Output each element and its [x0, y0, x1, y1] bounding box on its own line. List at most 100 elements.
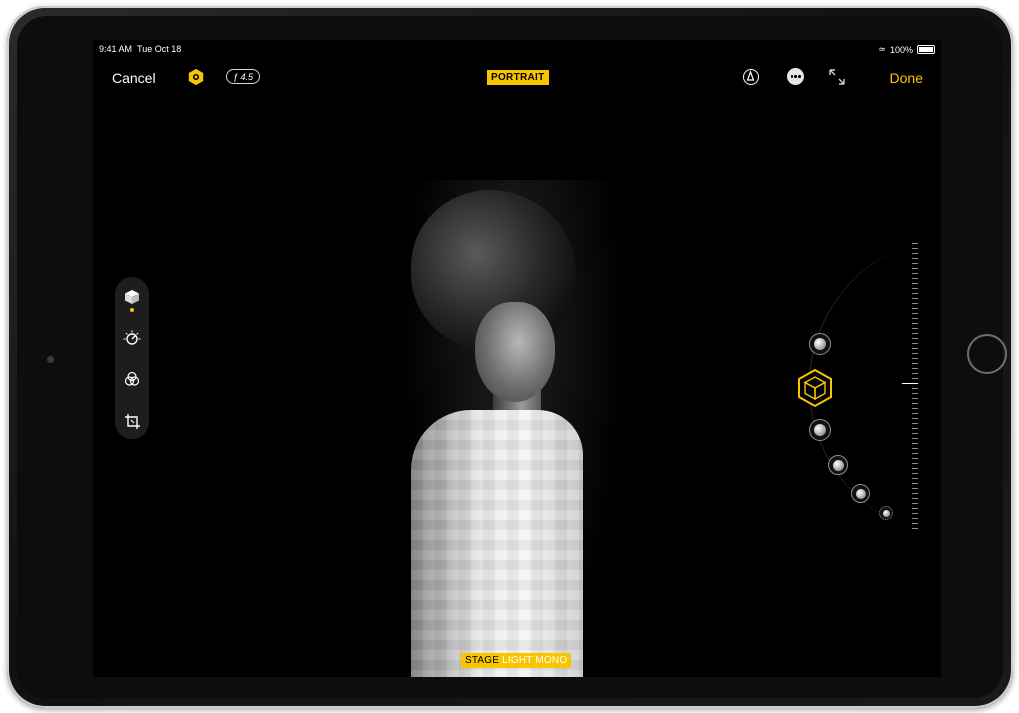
tool-portrait-lighting[interactable]: [122, 287, 142, 307]
status-date: Tue Oct 18: [137, 44, 182, 54]
intensity-slider[interactable]: [902, 243, 920, 533]
slider-tick: [912, 508, 918, 509]
slider-tick: [912, 503, 918, 504]
natural-light-icon: [814, 338, 826, 350]
crop-icon: [124, 413, 140, 429]
front-camera: [47, 356, 54, 363]
depth-aperture-button[interactable]: ƒ 4.5: [226, 69, 261, 84]
slider-tick: [912, 388, 918, 389]
slider-tick: [912, 498, 918, 499]
slider-tick: [912, 338, 918, 339]
slider-tick: [912, 443, 918, 444]
tool-filters[interactable]: [122, 369, 142, 389]
slider-tick: [912, 288, 918, 289]
slider-tick: [912, 513, 918, 514]
lighting-option-contour[interactable]: [809, 419, 831, 441]
slider-tick: [912, 433, 918, 434]
slider-tick: [912, 363, 918, 364]
slider-tick: [912, 253, 918, 254]
slider-tick: [912, 403, 918, 404]
slider-tick: [912, 278, 918, 279]
contour-light-icon: [814, 424, 826, 436]
home-button[interactable]: [967, 334, 1007, 374]
adjust-dial-icon: [123, 330, 141, 345]
slider-tick: [912, 463, 918, 464]
lighting-option-studio[interactable]: [851, 484, 870, 503]
slider-tick: [912, 368, 918, 369]
lighting-option-high-key[interactable]: [879, 506, 893, 520]
slider-tick: [902, 383, 918, 384]
lighting-effect-label: STAGE LIGHT MONO: [461, 653, 572, 668]
portrait-lighting-hex-icon[interactable]: [187, 68, 205, 86]
more-options-icon[interactable]: [787, 68, 804, 85]
slider-tick: [912, 518, 918, 519]
portrait-lighting-cube-icon: [125, 290, 139, 304]
slider-tick: [912, 333, 918, 334]
slider-tick: [912, 318, 918, 319]
slider-tick: [912, 523, 918, 524]
slider-tick: [912, 303, 918, 304]
slider-tick: [912, 248, 918, 249]
edit-toolbar: Cancel ƒ 4.5 PORTRAIT Done: [93, 62, 941, 92]
status-time: 9:41 AM: [99, 44, 133, 54]
slider-tick: [912, 438, 918, 439]
cancel-button[interactable]: Cancel: [112, 70, 156, 86]
slider-tick: [912, 468, 918, 469]
slider-tick: [912, 413, 918, 414]
slider-tick: [912, 453, 918, 454]
tool-adjust[interactable]: [122, 329, 142, 349]
slider-tick: [912, 393, 918, 394]
lighting-option-stage[interactable]: [828, 455, 848, 475]
lighting-option-stage-mono-selected[interactable]: [795, 368, 835, 408]
battery-percent: 100%: [889, 44, 913, 55]
markup-icon[interactable]: [743, 69, 759, 85]
slider-tick: [912, 528, 918, 529]
status-right: ≃ 100%: [878, 44, 935, 55]
slider-tick: [912, 378, 918, 379]
slider-tick: [912, 423, 918, 424]
slider-tick: [912, 258, 918, 259]
slider-tick: [912, 348, 918, 349]
done-button[interactable]: Done: [890, 70, 923, 86]
slider-tick: [912, 478, 918, 479]
expand-arrows-icon[interactable]: [828, 68, 846, 86]
slider-tick: [912, 408, 918, 409]
slider-tick: [912, 268, 918, 269]
slider-tick: [912, 373, 918, 374]
slider-tick: [912, 328, 918, 329]
slider-tick: [912, 313, 918, 314]
high-key-light-icon: [882, 509, 890, 517]
slider-tick: [912, 458, 918, 459]
slider-tick: [912, 488, 918, 489]
subject-body: [411, 410, 583, 677]
slider-tick: [912, 343, 918, 344]
lighting-effect-suffix: LIGHT MONO: [502, 655, 568, 666]
photos-edit-screen: 9:41 AM Tue Oct 18 ≃ 100% Cancel ƒ 4.5 P…: [93, 40, 941, 677]
slider-tick: [912, 418, 918, 419]
stage-light-icon: [832, 459, 844, 471]
slider-tick: [912, 298, 918, 299]
slider-tick: [912, 323, 918, 324]
slider-tick: [912, 483, 918, 484]
slider-tick: [912, 358, 918, 359]
slider-tick: [912, 398, 918, 399]
slider-tick: [912, 493, 918, 494]
slider-tick: [912, 353, 918, 354]
wifi-icon: ≃: [878, 44, 886, 54]
slider-tick: [912, 243, 918, 244]
slider-tick: [912, 293, 918, 294]
slider-tick: [912, 473, 918, 474]
edit-tools-sidebar: [115, 277, 149, 439]
tool-crop[interactable]: [122, 411, 142, 431]
lighting-option-natural[interactable]: [809, 333, 831, 355]
slider-tick: [912, 273, 918, 274]
status-bar: 9:41 AM Tue Oct 18 ≃ 100%: [93, 40, 941, 58]
battery-icon: [917, 45, 935, 54]
slider-tick: [912, 448, 918, 449]
slider-tick: [912, 428, 918, 429]
portrait-mode-badge[interactable]: PORTRAIT: [487, 70, 549, 85]
studio-light-icon: [855, 488, 866, 499]
active-tool-indicator: [130, 308, 134, 312]
slider-tick: [912, 308, 918, 309]
subject-face: [475, 302, 555, 402]
